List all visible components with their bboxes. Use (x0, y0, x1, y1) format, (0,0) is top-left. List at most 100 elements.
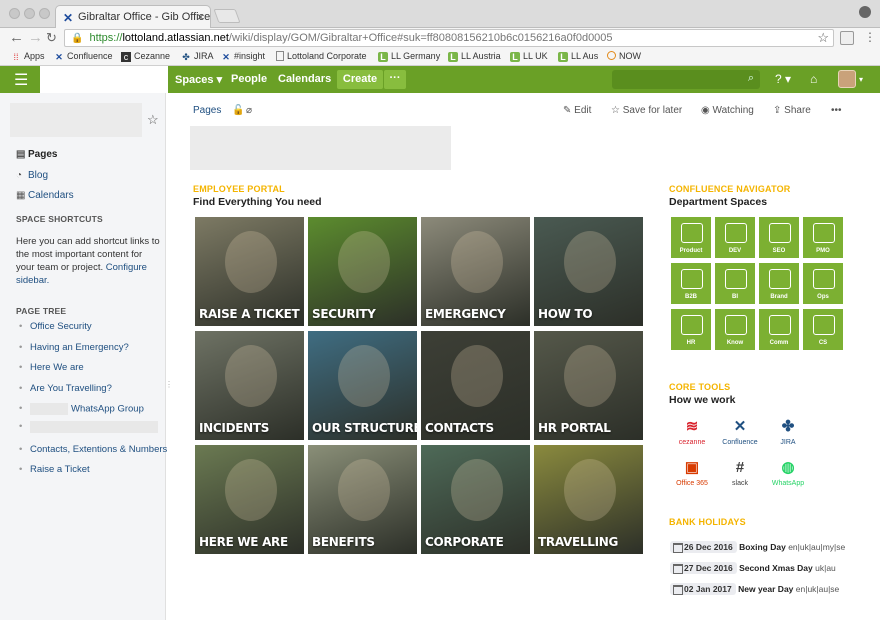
url-input[interactable]: 🔒 https://lottoland.atlassian.net/wiki/di… (64, 29, 834, 47)
department-tile[interactable]: HR (670, 308, 712, 351)
bookmark-cezanne[interactable]: c Cezanne (121, 51, 170, 62)
department-tile[interactable]: Comm (758, 308, 800, 351)
restrictions-lock-icon[interactable]: 🔓 (232, 105, 244, 116)
bookmark-ll-germany[interactable]: L LL Germany (378, 51, 440, 62)
tree-item-here-we-are[interactable]: Here We are (19, 362, 84, 373)
department-icon (769, 223, 791, 243)
tree-item-emergency[interactable]: Having an Emergency? (19, 342, 129, 353)
portal-tile[interactable]: INCIDENTS (194, 330, 305, 441)
more-actions-button[interactable]: ••• (831, 105, 842, 116)
browser-tab[interactable]: ✕ Gibraltar Office - Gib Office M × (55, 5, 211, 28)
share-button[interactable]: ⇪ Share (773, 105, 811, 116)
reload-icon[interactable]: ↻ (46, 30, 57, 46)
bookmark-apps[interactable]: ⁞⁞ Apps (11, 51, 44, 62)
portal-tile[interactable]: EMERGENCY (420, 216, 531, 327)
tile-label: INCIDENTS (199, 421, 270, 435)
space-logo[interactable] (10, 103, 142, 137)
favourite-star-icon[interactable]: ☆ (147, 112, 159, 128)
back-arrow-icon[interactable]: ← (9, 29, 24, 46)
close-tab-icon[interactable]: × (197, 10, 204, 24)
help-menu[interactable]: ? ▾ (775, 72, 791, 86)
create-more-button[interactable]: ··· (384, 70, 406, 89)
tool-link[interactable]: ✤ JIRA (766, 417, 810, 446)
department-tile[interactable]: Product (670, 216, 712, 259)
portal-tile[interactable]: RAISE A TICKET (194, 216, 305, 327)
portal-tile[interactable]: OUR STRUCTURE (307, 330, 418, 441)
hamburger-menu-icon[interactable]: ☰ (14, 70, 28, 90)
tool-link[interactable]: ✕ Confluence (718, 417, 762, 446)
forward-arrow-icon[interactable]: → (28, 29, 43, 46)
department-tile[interactable]: PMO (802, 216, 844, 259)
tree-item-redacted[interactable] (19, 421, 158, 433)
portal-tile[interactable]: TRAVELLING (533, 444, 644, 555)
tile-photo (451, 459, 503, 521)
minimize-window-button[interactable] (24, 8, 35, 19)
department-tile[interactable]: BI (714, 262, 756, 305)
department-tile[interactable]: B2B (670, 262, 712, 305)
tree-item-office-security[interactable]: Office Security (19, 321, 92, 332)
notifications-icon[interactable]: ⌂ (810, 72, 817, 86)
bookmark-jira[interactable]: ✤ JIRA (181, 51, 213, 62)
breadcrumb[interactable]: Pages (193, 105, 221, 116)
people-link[interactable]: People (231, 73, 267, 85)
bookmark-ll-austria[interactable]: L LL Austria (448, 51, 501, 62)
calendars-link[interactable]: Calendars (278, 73, 331, 85)
department-tile[interactable]: DEV (714, 216, 756, 259)
bookmark-lottoland-corporate[interactable]: Lottoland Corporate (276, 51, 367, 61)
site-logo[interactable] (40, 66, 168, 93)
tile-photo (225, 459, 277, 521)
department-tile[interactable]: CS (802, 308, 844, 351)
menu-icon[interactable]: ⋮ (864, 30, 876, 44)
tile-photo (451, 345, 503, 407)
bookmark-ll-uk[interactable]: L LL UK (510, 51, 548, 62)
portal-tile[interactable]: HR PORTAL (533, 330, 644, 441)
tool-link[interactable]: # slack (718, 458, 762, 487)
extension-icon[interactable] (840, 31, 854, 45)
tool-link[interactable]: ◍ WhatsApp (766, 458, 810, 487)
chevron-down-icon[interactable]: ▾ (859, 75, 863, 84)
new-tab-button[interactable] (213, 9, 241, 23)
tree-item-raise-ticket[interactable]: Raise a Ticket (19, 464, 90, 475)
tree-item-whatsapp-group[interactable]: WhatsApp Group (19, 403, 144, 415)
cezanne-icon: c (121, 52, 131, 62)
lock-icon: 🔒 (71, 33, 84, 44)
ll-icon: L (558, 52, 568, 62)
sidebar-item-pages[interactable]: ▤ Pages (16, 149, 57, 160)
bookmark-insight[interactable]: ✕ #insight (221, 51, 265, 62)
portal-tile[interactable]: HOW TO (533, 216, 644, 327)
bookmark-label: Cezanne (134, 51, 171, 61)
create-button[interactable]: Create (337, 70, 383, 89)
avatar[interactable] (838, 70, 856, 88)
portal-tile[interactable]: BENEFITS (307, 444, 418, 555)
attachment-icon[interactable]: ⌀ (246, 105, 252, 116)
department-tile[interactable]: Know (714, 308, 756, 351)
portal-tile[interactable]: HERE WE ARE (194, 444, 305, 555)
department-tile[interactable]: Ops (802, 262, 844, 305)
edit-button[interactable]: ✎ Edit (563, 105, 591, 116)
confluence-icon: ✕ (222, 52, 230, 62)
tree-item-travelling[interactable]: Are You Travelling? (19, 383, 112, 394)
bookmark-confluence[interactable]: ✕ Confluence (54, 51, 112, 62)
whatsapp-icon: ◍ (781, 459, 795, 476)
watching-button[interactable]: ◉ Watching (701, 105, 754, 116)
spaces-menu[interactable]: Spaces ▾ (175, 73, 222, 86)
tool-link[interactable]: ≋ cezanne (670, 417, 714, 446)
profile-icon[interactable] (859, 6, 871, 18)
maximize-window-button[interactable] (39, 8, 50, 19)
save-for-later-button[interactable]: ☆ Save for later (611, 105, 682, 116)
search-input[interactable]: ⌕ (612, 70, 760, 89)
bookmark-now[interactable]: NOW (607, 51, 641, 61)
portal-tile[interactable]: SECURITY (307, 216, 418, 327)
sidebar-resize-handle[interactable]: ⋮ (165, 380, 173, 389)
tool-link[interactable]: ▣ Office 365 (670, 458, 714, 487)
portal-tile[interactable]: CONTACTS (420, 330, 531, 441)
bookmark-star-icon[interactable]: ☆ (817, 30, 829, 46)
sidebar-item-blog[interactable]: ◔ Blog (16, 170, 48, 181)
sidebar-item-calendars[interactable]: ▦ Calendars (16, 190, 74, 201)
close-window-button[interactable] (9, 8, 20, 19)
bookmark-ll-aus[interactable]: L LL Aus (558, 51, 598, 62)
department-tile[interactable]: Brand (758, 262, 800, 305)
tree-item-contacts[interactable]: Contacts, Extentions & Numbers (19, 444, 167, 455)
portal-tile[interactable]: CORPORATE (420, 444, 531, 555)
department-tile[interactable]: SEO (758, 216, 800, 259)
